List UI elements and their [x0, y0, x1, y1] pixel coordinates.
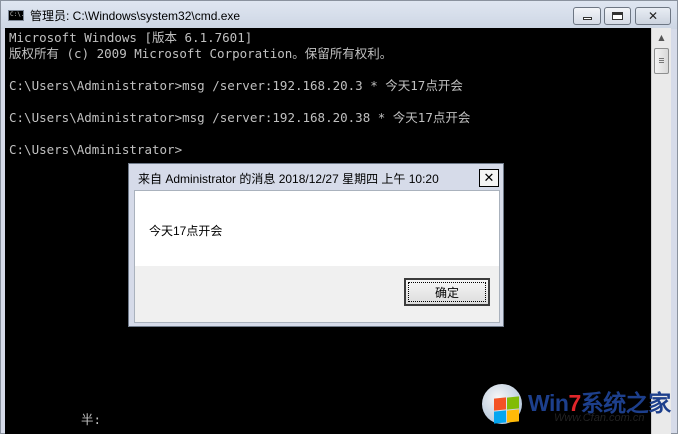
ok-button-label: 确定 — [434, 285, 459, 300]
maximize-icon — [612, 12, 623, 20]
window-title: 管理员: C:\Windows\system32\cmd.exe — [30, 9, 241, 23]
message-dialog: 来自 Administrator 的消息 2018/12/27 星期四 上午 1… — [128, 163, 504, 327]
scroll-up-arrow-icon[interactable]: ▲ — [654, 30, 669, 45]
console-line: C:\Users\Administrator>msg /server:192.1… — [9, 110, 471, 125]
windows-logo-icon — [482, 384, 522, 424]
title-bar[interactable]: C:\. 管理员: C:\Windows\system32\cmd.exe ✕ — [1, 1, 677, 29]
ime-status: 半: — [81, 412, 102, 427]
scrollbar-thumb[interactable] — [654, 48, 669, 74]
close-icon: ✕ — [647, 9, 659, 23]
dialog-title-bar[interactable]: 来自 Administrator 的消息 2018/12/27 星期四 上午 1… — [133, 167, 499, 189]
vertical-scrollbar[interactable]: ▲ — [651, 28, 671, 434]
ok-button[interactable]: 确定 — [404, 278, 490, 306]
minimize-icon — [582, 17, 592, 20]
dialog-close-button[interactable]: ✕ — [479, 169, 499, 187]
close-icon: ✕ — [483, 170, 495, 186]
console-line: Microsoft Windows [版本 6.1.7601] — [9, 30, 253, 45]
watermark: Win7系统之家 Www.Cfan.com.cn — [478, 376, 674, 432]
cmd-icon[interactable]: C:\. — [8, 10, 24, 21]
console-prompt: C:\Users\Administrator> — [9, 142, 183, 157]
console-line: C:\Users\Administrator>msg /server:192.1… — [9, 78, 463, 93]
console-line: 版权所有 (c) 2009 Microsoft Corporation。保留所有… — [9, 46, 393, 61]
dialog-title: 来自 Administrator 的消息 2018/12/27 星期四 上午 1… — [138, 172, 439, 186]
cmd-icon-text: C:\. — [10, 11, 25, 18]
close-button[interactable]: ✕ — [635, 7, 671, 25]
dialog-message: 今天17点开会 — [149, 224, 223, 238]
dialog-message-area: 今天17点开会 — [135, 191, 499, 266]
maximize-button[interactable] — [604, 7, 631, 25]
dialog-body: 今天17点开会 确定 — [134, 190, 500, 323]
watermark-url: Www.Cfan.com.cn — [554, 412, 645, 424]
minimize-button[interactable] — [573, 7, 601, 25]
